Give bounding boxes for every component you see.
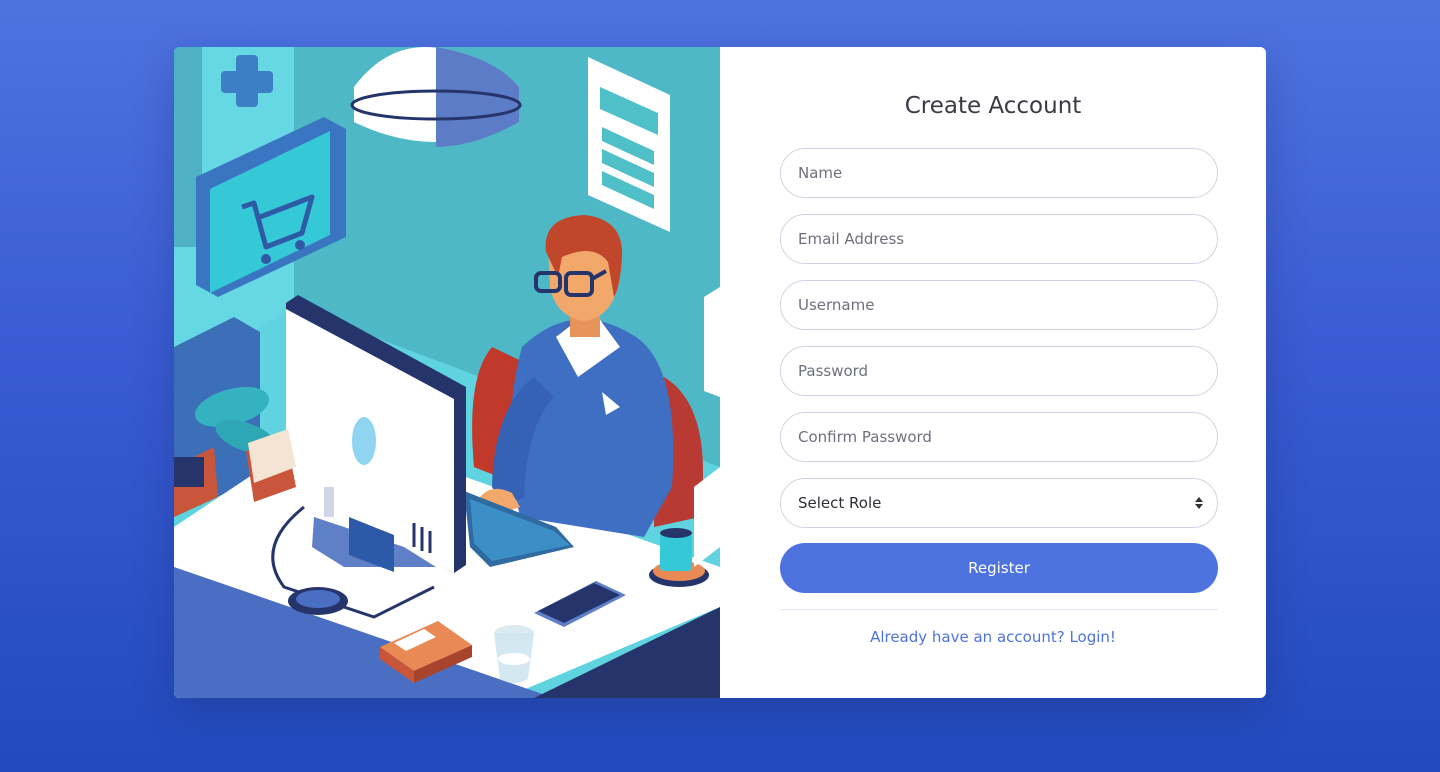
register-button[interactable]: Register <box>780 543 1218 593</box>
divider <box>780 609 1218 610</box>
illustration-panel <box>174 47 720 698</box>
sort-arrows-icon <box>1195 497 1203 509</box>
email-input[interactable] <box>780 214 1218 264</box>
role-select-value: Select Role <box>798 494 882 512</box>
login-link[interactable]: Already have an account? Login! <box>720 628 1266 646</box>
role-select[interactable]: Select Role <box>780 478 1218 528</box>
username-input[interactable] <box>780 280 1218 330</box>
office-worker-illustration <box>174 47 720 698</box>
page-title: Create Account <box>904 93 1082 119</box>
cup-icon <box>494 625 534 683</box>
name-input[interactable] <box>780 148 1218 198</box>
password-input[interactable] <box>780 346 1218 396</box>
confirm-password-input[interactable] <box>780 412 1218 462</box>
register-form: Create Account Select Role Register Alre… <box>720 47 1266 698</box>
register-card: Create Account Select Role Register Alre… <box>174 47 1266 698</box>
